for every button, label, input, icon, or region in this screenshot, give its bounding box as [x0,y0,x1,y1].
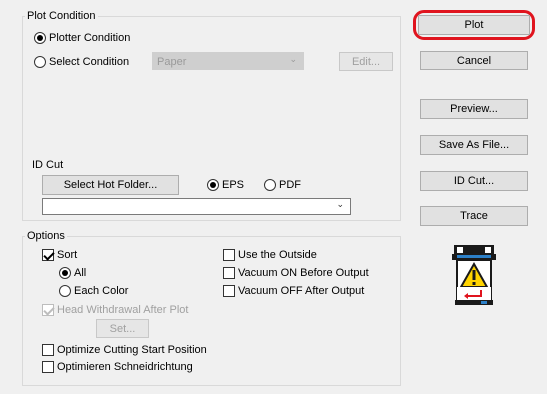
use-outside-checkbox[interactable] [223,249,235,261]
each-color-label: Each Color [74,285,129,297]
sort-checkbox[interactable] [42,249,54,261]
set-button[interactable]: Set... [96,319,149,338]
select-condition-radio[interactable] [34,56,46,68]
id-cut-button[interactable]: ID Cut... [420,171,528,191]
vacuum-on-checkbox[interactable] [223,267,235,279]
all-label: All [74,267,87,279]
select-condition-label: Select Condition [49,56,130,68]
condition-dropdown-value: Paper [157,56,187,68]
chevron-down-icon: ⌄ [289,54,297,64]
cancel-button[interactable]: Cancel [420,51,528,70]
all-radio[interactable] [59,267,71,279]
vacuum-off-checkbox[interactable] [223,285,235,297]
edit-button[interactable]: Edit... [339,52,393,71]
id-cut-label: ID Cut [32,159,64,171]
sort-label: Sort [57,249,78,261]
eps-radio[interactable] [207,179,219,191]
save-as-file-button[interactable]: Save As File... [420,135,528,155]
vacuum-off-label: Vacuum OFF After Output [238,285,365,297]
optimieren-label: Optimieren Schneidrichtung [57,361,193,373]
optimize-start-label: Optimize Cutting Start Position [57,344,207,356]
head-withdrawal-checkbox[interactable] [42,304,54,316]
condition-dropdown[interactable]: Paper ⌄ [152,52,304,70]
hot-folder-dropdown[interactable]: ⌄ [42,198,351,215]
pdf-radio[interactable] [264,179,276,191]
preview-button[interactable]: Preview... [420,99,528,119]
each-color-radio[interactable] [59,285,71,297]
options-title: Options [25,230,67,242]
head-withdrawal-label: Head Withdrawal After Plot [57,304,189,316]
trace-button[interactable]: Trace [420,206,528,226]
vacuum-on-label: Vacuum ON Before Output [238,267,369,279]
optimize-start-checkbox[interactable] [42,344,54,356]
pdf-label: PDF [279,179,301,191]
plotter-condition-radio[interactable] [34,32,46,44]
eps-label: EPS [222,179,245,191]
chevron-down-icon: ⌄ [336,199,344,209]
optimieren-checkbox[interactable] [42,361,54,373]
use-outside-label: Use the Outside [238,249,317,261]
plotter-warning-icon [451,245,497,305]
plotter-condition-label: Plotter Condition [49,32,131,44]
plot-button[interactable]: Plot [418,15,530,35]
plot-condition-title: Plot Condition [25,10,98,22]
select-hot-folder-button[interactable]: Select Hot Folder... [42,175,179,195]
